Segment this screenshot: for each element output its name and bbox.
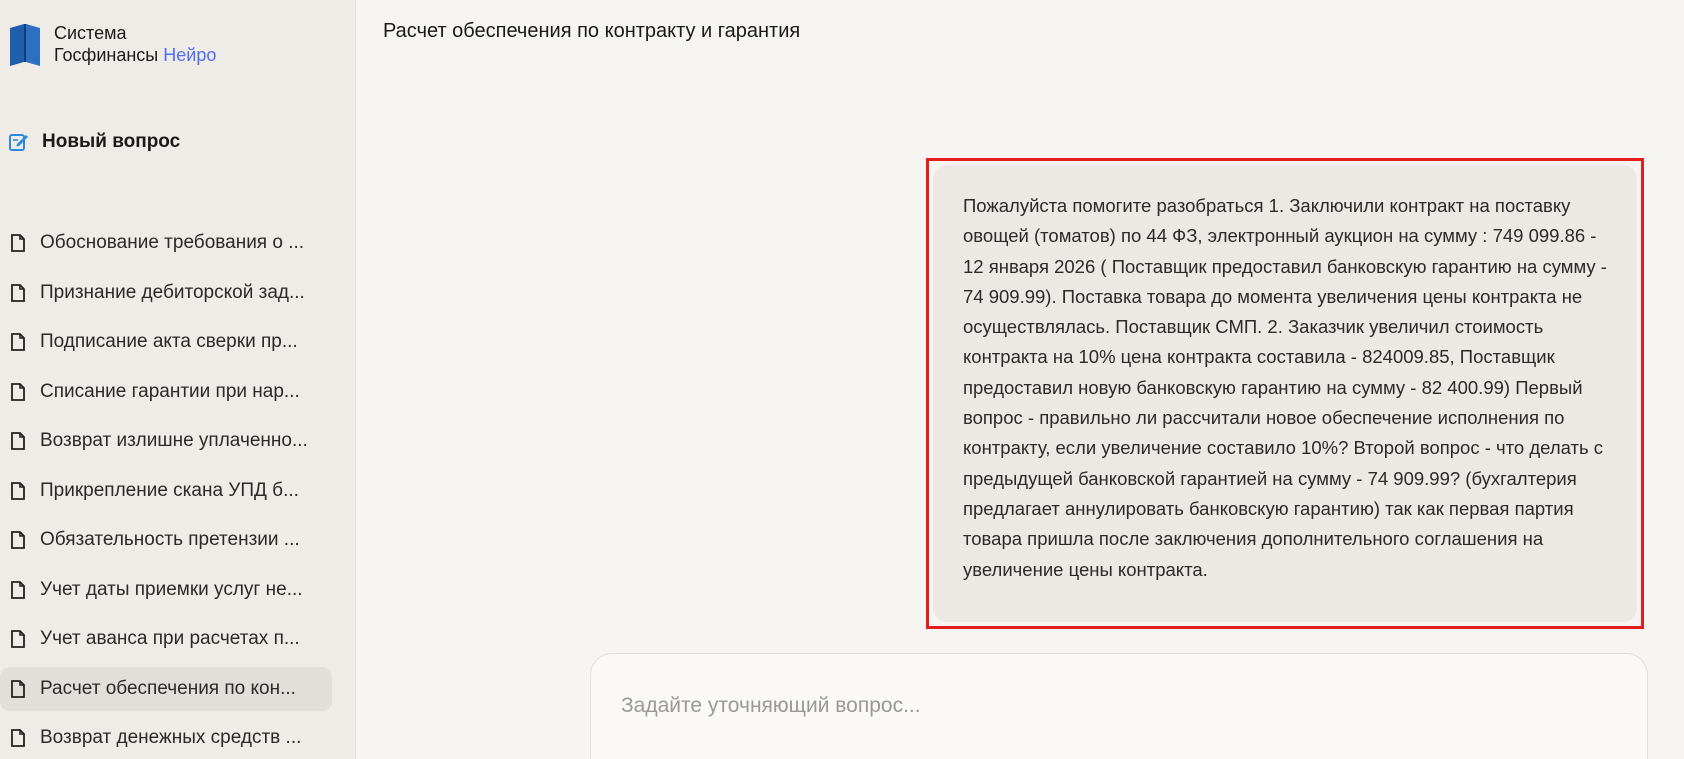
document-icon xyxy=(11,729,25,747)
document-icon xyxy=(11,333,25,351)
app: Система Госфинансы Нейро Новый вопрос Об… xyxy=(0,0,1684,759)
history-item-label: Подписание акта сверки пр... xyxy=(40,331,298,352)
question-input-box[interactable] xyxy=(590,653,1648,759)
history-item[interactable]: Возврат излишне уплаченно... xyxy=(0,419,332,463)
history-item[interactable]: Учет аванса при расчетах п... xyxy=(0,617,332,661)
history-item-label: Учет даты приемки услуг не... xyxy=(40,578,303,600)
document-icon xyxy=(11,630,25,648)
document-icon xyxy=(11,382,25,401)
history-item[interactable]: Списание гарантии при нар... xyxy=(0,370,332,414)
document-icon xyxy=(11,283,25,302)
new-question-label: Новый вопрос xyxy=(42,131,181,152)
history-item[interactable]: Обязательность претензии ... xyxy=(0,518,332,562)
document-icon xyxy=(11,531,25,549)
document-icon xyxy=(11,234,25,252)
history-item-label: Списание гарантии при нар... xyxy=(40,380,300,402)
chat-main: Расчет обеспечения по контракту и гарант… xyxy=(356,0,1684,759)
logo-line2-text: Госфинансы xyxy=(54,45,159,65)
history-item[interactable]: Прикрепление скана УПД б... xyxy=(0,469,332,513)
history-item-label: Возврат излишне уплаченно... xyxy=(40,430,308,451)
highlight-frame: Пожалуйста помогите разобраться 1. Заклю… xyxy=(926,158,1644,629)
logo[interactable]: Система Госфинансы Нейро xyxy=(8,20,216,68)
history-item[interactable]: Возврат денежных средств ... xyxy=(0,716,332,759)
user-message: Пожалуйста помогите разобраться 1. Заклю… xyxy=(933,165,1637,622)
new-question-button[interactable]: Новый вопрос xyxy=(8,126,180,158)
history-item-label: Обоснование требования о ... xyxy=(40,232,305,253)
page-title: Расчет обеспечения по контракту и гарант… xyxy=(383,20,801,42)
document-icon xyxy=(11,432,25,450)
history-item-label: Обязательность претензии ... xyxy=(40,529,300,550)
history-item-active[interactable]: Расчет обеспечения по кон... xyxy=(0,666,332,711)
document-icon xyxy=(11,679,25,698)
history-item-label: Признание дебиторской зад... xyxy=(40,281,305,303)
question-input[interactable] xyxy=(621,694,1601,734)
history-item[interactable]: Подписание акта сверки пр... xyxy=(0,320,332,364)
logo-text: Система Госфинансы Нейро xyxy=(54,22,216,66)
logo-line1: Система xyxy=(54,23,127,43)
history-item[interactable]: Признание дебиторской зад... xyxy=(0,271,332,315)
history-item-label: Учет аванса при расчетах п... xyxy=(40,628,300,649)
sidebar: Система Госфинансы Нейро Новый вопрос Об… xyxy=(0,0,356,759)
logo-line2: Госфинансы Нейро xyxy=(54,44,216,66)
history-item-label: Расчет обеспечения по кон... xyxy=(40,677,296,699)
history-list: Обоснование требования о ... Признание д… xyxy=(0,221,356,759)
history-item-label: Возврат денежных средств ... xyxy=(40,727,302,748)
history-item[interactable]: Учет даты приемки услуг не... xyxy=(0,568,332,612)
document-icon xyxy=(11,481,25,500)
history-item[interactable]: Обоснование требования о ... xyxy=(0,221,332,265)
logo-accent: Нейро xyxy=(163,45,217,65)
document-icon xyxy=(11,580,25,599)
history-item-label: Прикрепление скана УПД б... xyxy=(40,479,299,501)
edit-icon xyxy=(9,134,28,151)
book-logo-icon xyxy=(10,24,40,66)
